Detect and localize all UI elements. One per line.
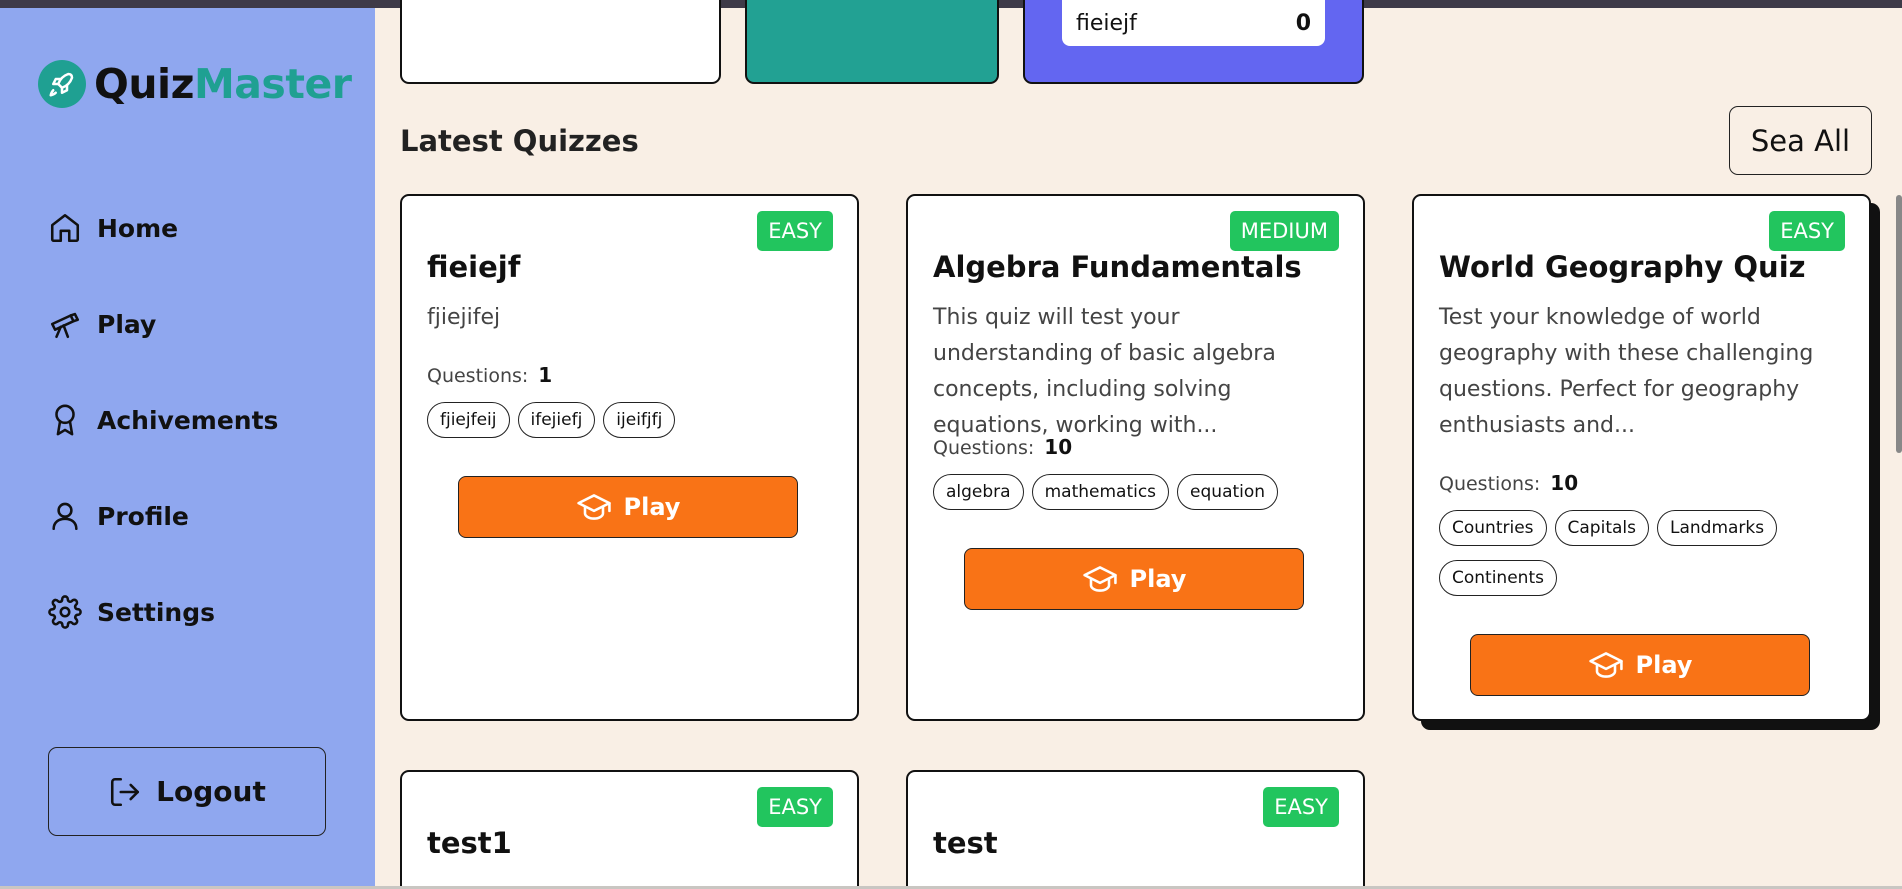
questions-label: Questions:	[427, 365, 529, 387]
difficulty-badge: EASY	[1263, 787, 1339, 827]
gear-icon	[48, 595, 82, 629]
quiz-description: fjiejifej	[427, 305, 501, 330]
tag-list: fjiejfeij ifejiefj ijeifjfj	[427, 402, 847, 452]
leaderboard-name: fieiejf	[1076, 10, 1137, 36]
brand-part-quiz: Quiz	[94, 60, 194, 108]
quiz-title: World Geography Quiz	[1439, 250, 1806, 284]
questions-label: Questions:	[933, 437, 1035, 459]
quiz-card: EASY test	[906, 770, 1365, 889]
brand-part-master: Master	[193, 60, 352, 108]
difficulty-badge: EASY	[757, 211, 833, 251]
questions-row: Questions: 1	[427, 363, 552, 387]
quiz-title: fieiejf	[427, 250, 521, 284]
sidebar-item-label: Settings	[97, 597, 216, 627]
tag-list: algebra mathematics equation	[933, 474, 1353, 524]
sidebar-item-label: Profile	[97, 501, 189, 531]
stat-card-teal	[745, 0, 999, 84]
sidebar: QuizMaster Home Play Achivements Profile…	[0, 8, 375, 886]
quiz-title: test1	[427, 826, 512, 860]
play-button[interactable]: Play	[458, 476, 798, 538]
sidebar-item-play[interactable]: Play	[48, 304, 156, 344]
brand-name: QuizMaster	[94, 60, 352, 108]
graduation-cap-icon	[576, 494, 611, 520]
tag: equation	[1177, 474, 1279, 510]
logout-icon	[111, 777, 140, 806]
questions-count: 10	[1550, 471, 1579, 495]
sidebar-item-label: Home	[97, 213, 179, 243]
quiz-card: EASY fieiejf fjiejifej Questions: 1 fjie…	[400, 194, 859, 721]
quiz-card: EASY World Geography Quiz Test your know…	[1412, 194, 1871, 721]
logout-button[interactable]: Logout	[48, 747, 326, 836]
telescope-icon	[50, 312, 80, 339]
app-logo[interactable]: QuizMaster	[38, 60, 352, 108]
leaderboard-card: fieiejf 0	[1023, 0, 1364, 84]
sidebar-item-label: Play	[97, 309, 157, 339]
tag: Countries	[1439, 510, 1547, 546]
sidebar-item-settings[interactable]: Settings	[48, 592, 215, 632]
user-icon	[52, 502, 78, 531]
sidebar-item-achivements[interactable]: Achivements	[48, 400, 278, 440]
sidebar-item-profile[interactable]: Profile	[48, 496, 189, 536]
difficulty-badge: MEDIUM	[1229, 211, 1339, 251]
quiz-title: Algebra Fundamentals	[933, 250, 1302, 284]
play-label: Play	[623, 493, 681, 521]
leaderboard-row: fieiejf 0	[1062, 0, 1325, 46]
questions-row: Questions: 10	[1439, 471, 1578, 495]
rocket-icon	[38, 60, 86, 108]
graduation-cap-icon	[1588, 652, 1623, 678]
questions-count: 1	[538, 363, 553, 387]
quiz-card: EASY test1	[400, 770, 859, 889]
questions-label: Questions:	[1439, 473, 1541, 495]
tag: algebra	[933, 474, 1024, 510]
home-icon	[50, 213, 80, 243]
sidebar-item-label: Achivements	[97, 405, 279, 435]
quiz-card: MEDIUM Algebra Fundamentals This quiz wi…	[906, 194, 1365, 721]
tag: Capitals	[1554, 510, 1649, 546]
tag: mathematics	[1031, 474, 1170, 510]
quiz-description: Test your knowledge of world geography w…	[1439, 305, 1814, 438]
graduation-cap-icon	[1082, 566, 1117, 592]
tag: Landmarks	[1656, 510, 1778, 546]
tag-list: Countries Capitals Landmarks Continents	[1439, 510, 1859, 610]
quiz-description: This quiz will test your understanding o…	[933, 305, 1276, 438]
see-all-button[interactable]: Sea All	[1729, 106, 1872, 175]
questions-row: Questions: 10	[933, 435, 1072, 459]
difficulty-badge: EASY	[757, 787, 833, 827]
play-label: Play	[1635, 651, 1693, 679]
play-button[interactable]: Play	[964, 548, 1304, 610]
sidebar-item-home[interactable]: Home	[48, 208, 178, 248]
quiz-title: test	[933, 826, 998, 860]
logout-label: Logout	[156, 775, 266, 808]
award-icon	[55, 404, 75, 436]
tag: Continents	[1439, 560, 1557, 596]
tag: fjiejfeij	[427, 402, 510, 438]
scrollbar-thumb[interactable]	[1896, 195, 1902, 453]
tag: ifejiefj	[517, 402, 596, 438]
play-label: Play	[1129, 565, 1187, 593]
stat-card-white	[400, 0, 721, 84]
tag: ijeifjfj	[603, 402, 676, 438]
questions-count: 10	[1044, 435, 1073, 459]
play-button[interactable]: Play	[1470, 634, 1810, 696]
section-title: Latest Quizzes	[400, 124, 639, 158]
leaderboard-score: 0	[1295, 10, 1311, 36]
difficulty-badge: EASY	[1769, 211, 1845, 251]
